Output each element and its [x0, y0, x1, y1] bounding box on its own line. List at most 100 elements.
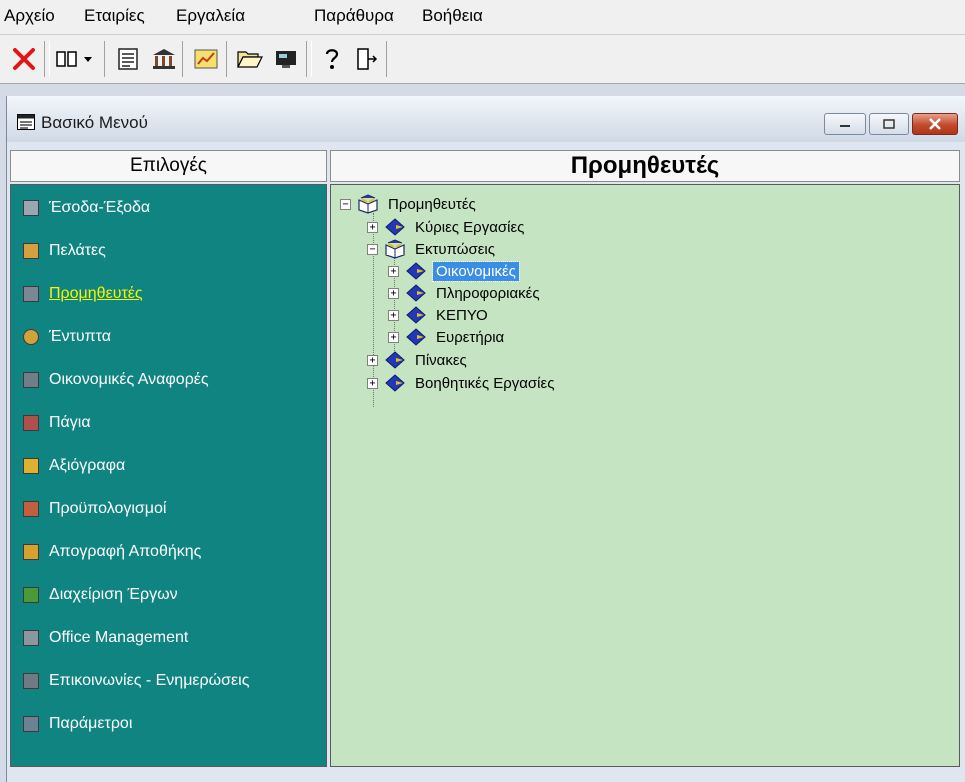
tree-node-suppliers[interactable]: − Προμηθευτές [340, 193, 479, 215]
tree-node-auxiliary-tasks[interactable]: + Βοηθητικές Εργασίες [367, 372, 557, 394]
suppliers-header: Προμηθευτές [330, 150, 960, 182]
tree-node-label: ΚΕΠΥΟ [436, 306, 488, 324]
toolbar-separator [104, 41, 105, 77]
tree-node-kepyo[interactable]: + ΚΕΠΥΟ [388, 304, 491, 326]
office-icon [23, 630, 39, 646]
closed-book-icon [385, 218, 405, 236]
forms-icon [23, 329, 39, 345]
close-icon[interactable] [8, 43, 40, 75]
restore-button[interactable] [869, 113, 909, 135]
open-book-icon [385, 239, 405, 259]
menu-help[interactable]: Βοήθεια [422, 6, 483, 26]
sidebar-item-customers[interactable]: Πελάτες [23, 239, 106, 263]
expand-icon[interactable]: + [388, 331, 399, 343]
sidebar-item-label: Πελάτες [49, 242, 106, 259]
help-icon[interactable] [316, 43, 348, 75]
tree-node-label: Εκτυπώσεις [415, 240, 495, 258]
sidebar-item-fixed-assets[interactable]: Πάγια [23, 411, 91, 435]
inventory-icon [23, 544, 39, 560]
monitor-icon[interactable] [270, 43, 302, 75]
expand-icon[interactable]: + [367, 221, 378, 233]
sidebar-item-office[interactable]: Office Management [23, 626, 188, 650]
tree-node-label: Κύριες Εργασίες [415, 218, 525, 236]
closed-book-icon [406, 284, 426, 302]
tree-node-tables[interactable]: + Πίνακες [367, 349, 470, 371]
financial-reports-icon [23, 372, 39, 388]
sidebar-item-label: Έσοδα-Έξοδα [49, 199, 151, 216]
closed-book-icon [406, 262, 426, 280]
collapse-icon[interactable]: − [340, 198, 351, 210]
minimize-button[interactable] [824, 113, 866, 135]
sidebar-item-projects[interactable]: Διαχείριση Έργων [23, 583, 178, 607]
menu-bar: Αρχείο Εταιρίες Εργαλεία Παράθυρα Βοήθει… [0, 0, 965, 35]
sidebar-item-label: Απογραφή Αποθήκης [49, 543, 202, 560]
sidebar-item-suppliers[interactable]: Προμηθευτές [23, 282, 143, 306]
collapse-icon[interactable]: − [367, 243, 378, 255]
expand-icon[interactable]: + [388, 287, 399, 299]
sidebar-item-label: Προϋπολογισμοί [49, 500, 167, 517]
menu-tools[interactable]: Εργαλεία [176, 6, 245, 26]
close-window-button[interactable] [912, 113, 958, 135]
fixed-assets-icon [23, 415, 39, 431]
sidebar-item-communications[interactable]: Επικοινωνίες - Ενημερώσεις [23, 669, 249, 693]
tree-node-financial[interactable]: + Οικονομικές [388, 260, 520, 282]
closed-book-icon [385, 351, 405, 369]
main-menu-window: Βασικό Μενού Επιλογές Προμηθευτές Έσοδα-… [6, 96, 965, 782]
sidebar-item-budgets[interactable]: Προϋπολογισμοί [23, 497, 166, 521]
sidebar-item-label: Έντυπτα [49, 328, 111, 345]
sidebar-item-securities[interactable]: Αξιόγραφα [23, 454, 125, 478]
sidebar-item-label: Επικοινωνίες - Ενημερώσεις [49, 672, 250, 689]
toolbar-separator [182, 41, 183, 77]
customers-icon [23, 243, 39, 259]
suppliers-tree: − Προμηθευτές + Κύριες Εργασίες − Εκτυπώ… [330, 184, 960, 767]
document-icon[interactable] [112, 43, 144, 75]
folder-open-icon[interactable] [234, 43, 266, 75]
tree-node-indexes[interactable]: + Ευρετήρια [388, 326, 507, 348]
tree-node-label: Προμηθευτές [388, 195, 476, 213]
sidebar-item-forms[interactable]: Έντυπτα [23, 325, 111, 349]
exit-icon[interactable] [350, 43, 382, 75]
expand-icon[interactable]: + [388, 265, 399, 277]
tree-node-label: Ευρετήρια [436, 328, 505, 346]
sidebar-item-label: Πάγια [49, 414, 91, 431]
toolbar-separator [386, 41, 387, 77]
chart-icon[interactable] [190, 43, 222, 75]
sidebar-item-label: Οικονομικές Αναφορές [49, 371, 209, 388]
window-title: Βασικό Μενού [41, 113, 148, 132]
budgets-icon [23, 501, 39, 517]
sidebar-item-label: Προμηθευτές [49, 285, 143, 302]
toolbar-separator [306, 41, 312, 77]
sidebar-item-label: Αξιόγραφα [49, 457, 126, 474]
tree-node-informative[interactable]: + Πληροφοριακές [388, 282, 543, 304]
sidebar-item-parameters[interactable]: Παράμετροι [23, 712, 132, 736]
closed-book-icon [406, 306, 426, 324]
sidebar-item-inventory[interactable]: Απογραφή Αποθήκης [23, 540, 201, 564]
options-sidebar: Έσοδα-Έξοδα Πελάτες Προμηθευτές Έντυπτα … [10, 184, 327, 767]
window-icon [17, 114, 35, 134]
closed-book-icon [406, 328, 426, 346]
menu-file[interactable]: Αρχείο [4, 6, 55, 26]
grid-icon[interactable] [52, 43, 82, 75]
sidebar-item-income-expense[interactable]: Έσοδα-Έξοδα [23, 196, 150, 220]
expand-icon[interactable]: + [388, 309, 399, 321]
open-book-icon [358, 194, 378, 214]
sidebar-item-financial-reports[interactable]: Οικονομικές Αναφορές [23, 368, 209, 392]
tree-node-prints[interactable]: − Εκτυπώσεις [367, 238, 498, 260]
window-titlebar[interactable]: Βασικό Μενού [7, 96, 965, 142]
expand-icon[interactable]: + [367, 377, 378, 389]
toolbar-separator [226, 41, 227, 77]
communications-icon [23, 673, 39, 689]
sidebar-item-label: Διαχείριση Έργων [49, 586, 178, 603]
tree-node-label: Οικονομικές [432, 260, 520, 282]
tree-node-label: Βοηθητικές Εργασίες [415, 374, 555, 392]
menu-companies[interactable]: Εταιρίες [84, 6, 145, 26]
tree-node-main-tasks[interactable]: + Κύριες Εργασίες [367, 216, 527, 238]
bank-icon[interactable] [148, 43, 180, 75]
expand-icon[interactable]: + [367, 354, 378, 366]
menu-windows[interactable]: Παράθυρα [314, 6, 394, 26]
projects-icon [23, 587, 39, 603]
tree-node-label: Πίνακες [415, 351, 467, 369]
dropdown-arrow-icon[interactable] [80, 43, 96, 75]
securities-icon [23, 458, 39, 474]
options-header: Επιλογές [10, 150, 327, 182]
